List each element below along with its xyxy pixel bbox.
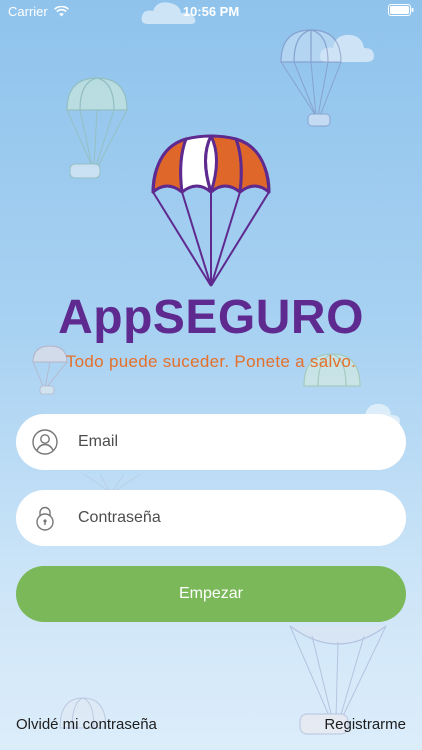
forgot-password-link[interactable]: Olvidé mi contraseña	[16, 716, 157, 733]
password-input[interactable]	[76, 508, 360, 528]
brand-name: AppSEGURO	[58, 291, 364, 344]
email-field-container[interactable]	[16, 414, 406, 470]
status-bar: Carrier 10:56 PM	[0, 0, 422, 22]
user-icon	[32, 429, 58, 455]
parachute-decoration	[280, 29, 342, 127]
register-link[interactable]: Registrarme	[324, 716, 406, 733]
cloud-decoration	[141, 2, 196, 24]
battery-icon	[388, 4, 414, 16]
lock-icon	[36, 506, 54, 531]
parachute-logo	[151, 134, 271, 287]
email-input[interactable]	[76, 432, 360, 452]
parachute-decoration	[66, 77, 128, 179]
brand-tagline: Todo puede suceder. Ponete a salvo.	[65, 352, 357, 371]
start-button[interactable]: Empezar	[16, 566, 406, 622]
status-time: 10:56 PM	[182, 4, 240, 19]
password-field-container[interactable]	[16, 490, 406, 546]
